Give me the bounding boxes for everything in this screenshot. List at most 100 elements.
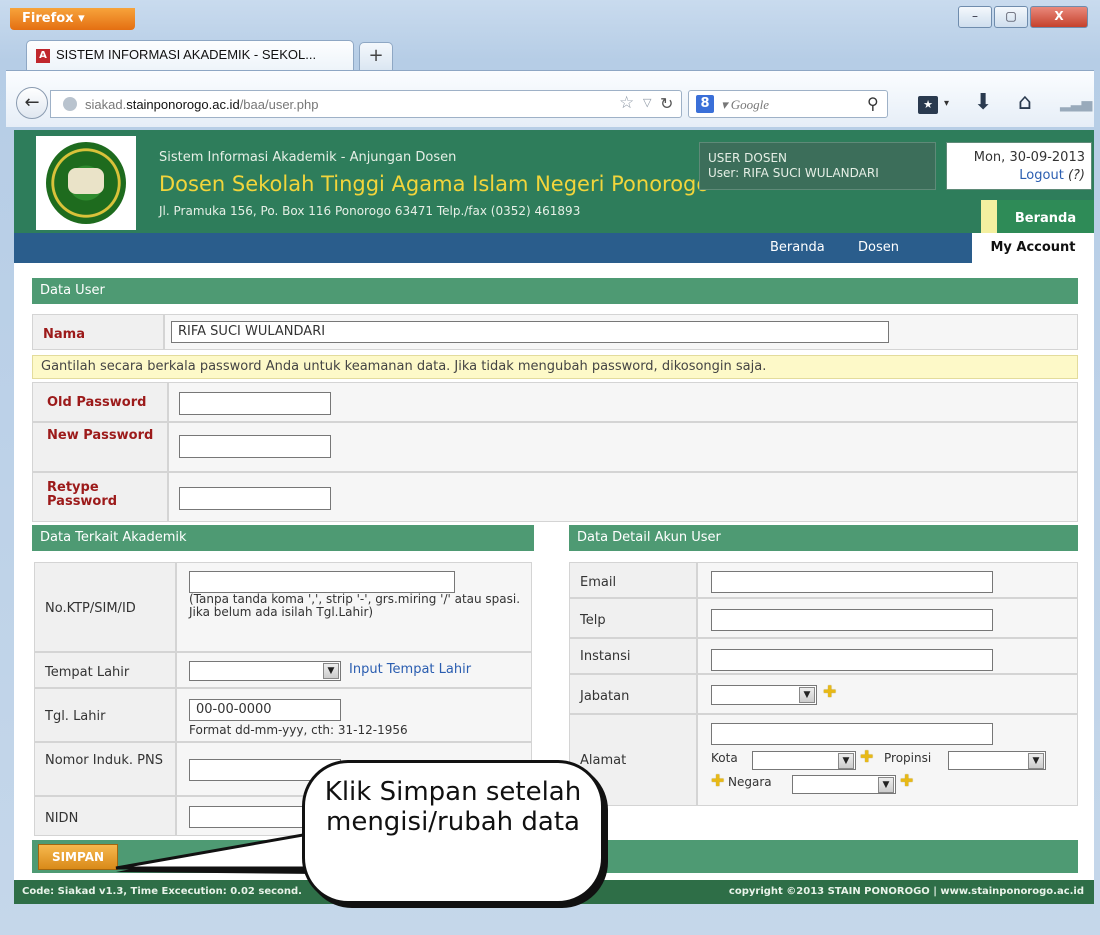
- retype-password-input[interactable]: [179, 487, 331, 510]
- add-propinsi-icon[interactable]: ✚: [711, 771, 724, 790]
- main-menu: Beranda Dosen My Account: [14, 233, 1094, 263]
- new-password-input[interactable]: [179, 435, 331, 458]
- nidn-label: NIDN: [45, 811, 79, 826]
- alamat-cell: Kota ▼ ✚ Propinsi ▼ ✚ Negara ▼ ✚: [697, 714, 1078, 806]
- date-box: Mon, 30-09-2013 Logout (?): [946, 142, 1092, 190]
- site-address: Jl. Pramuka 156, Po. Box 116 Ponorogo 63…: [159, 204, 581, 218]
- site-subtitle: Sistem Informasi Akademik - Anjungan Dos…: [159, 150, 457, 165]
- menu-item-dosen[interactable]: Dosen: [858, 233, 899, 263]
- email-label: Email: [580, 575, 617, 590]
- footer-version: Code: Siakad v1.3, Time Excecution: 0.02…: [22, 886, 302, 897]
- instansi-input[interactable]: [711, 649, 993, 671]
- old-password-input[interactable]: [179, 392, 331, 415]
- instansi-label: Instansi: [580, 649, 631, 664]
- tempat-label: Tempat Lahir: [45, 665, 130, 680]
- tgl-hint: Format dd-mm-yyy, cth: 31-12-1956: [189, 723, 408, 737]
- callout-text: Klik Simpan setelah mengisi/rubah data: [324, 777, 582, 837]
- telp-input[interactable]: [711, 609, 993, 631]
- close-button[interactable]: X: [1030, 6, 1088, 28]
- url-text: siakad.stainponorogo.ac.id/baa/user.php: [85, 97, 319, 112]
- maximize-button[interactable]: ▢: [994, 6, 1028, 28]
- logout-link[interactable]: Logout: [1019, 168, 1064, 183]
- logout-help-link[interactable]: (?): [1068, 168, 1085, 183]
- old-password-label-cell: Old Password: [32, 382, 168, 422]
- bookmarks-icon[interactable]: ★: [918, 96, 938, 114]
- retype-password-cell: [168, 472, 1078, 522]
- firefox-menu-button[interactable]: Firefox ▾: [10, 8, 135, 30]
- chevron-down-icon: ▼: [323, 663, 339, 679]
- input-tempat-lahir-link[interactable]: Input Tempat Lahir: [349, 662, 471, 677]
- back-button[interactable]: ←: [16, 87, 48, 119]
- site-title: Dosen Sekolah Tinggi Agama Islam Negeri …: [159, 172, 710, 196]
- propinsi-select[interactable]: ▼: [948, 751, 1046, 770]
- logo-book-icon: [68, 168, 104, 194]
- menu-item-my-account[interactable]: My Account: [972, 233, 1094, 263]
- stain-logo: [36, 136, 136, 230]
- user-role: USER DOSEN: [708, 151, 787, 165]
- chevron-down-icon: ▼: [799, 687, 815, 703]
- instansi-cell: [697, 638, 1078, 674]
- ktp-cell: (Tanpa tanda koma ',', strip '-', grs.mi…: [176, 562, 532, 652]
- old-password-cell: [168, 382, 1078, 422]
- search-icon[interactable]: ⚲: [867, 94, 879, 113]
- simpan-button[interactable]: SIMPAN: [38, 844, 118, 870]
- tab-beranda[interactable]: Beranda: [997, 200, 1094, 233]
- globe-icon: [63, 97, 77, 111]
- search-bar[interactable]: 8 ▾ Google ⚲: [688, 90, 888, 118]
- negara-select[interactable]: ▼: [792, 775, 896, 794]
- minimize-button[interactable]: –: [958, 6, 992, 28]
- email-cell: [697, 562, 1078, 598]
- nama-value-cell: RIFA SUCI WULANDARI: [164, 314, 1078, 350]
- jabatan-select[interactable]: ▼: [711, 685, 817, 705]
- nip-label: Nomor Induk. PNS: [45, 753, 163, 768]
- add-jabatan-icon[interactable]: ✚: [823, 682, 836, 701]
- nidn-label-cell: NIDN: [34, 796, 176, 836]
- chevron-down-icon: ▼: [838, 753, 854, 769]
- tempat-label-cell: Tempat Lahir: [34, 652, 176, 688]
- download-icon[interactable]: ⬇: [974, 90, 992, 115]
- telp-cell: [697, 598, 1078, 638]
- chevron-down-icon: ▼: [878, 777, 894, 793]
- tab-accent: [981, 200, 997, 233]
- site-favicon-icon: A: [36, 49, 50, 63]
- add-negara-icon[interactable]: ✚: [900, 771, 913, 790]
- ktp-label: No.KTP/SIM/ID: [45, 601, 136, 616]
- tgl-lahir-input[interactable]: 00-00-0000: [189, 699, 341, 721]
- url-bar[interactable]: siakad.stainponorogo.ac.id/baa/user.php …: [50, 90, 682, 118]
- home-icon[interactable]: ⌂: [1018, 90, 1032, 115]
- new-password-cell: [168, 422, 1078, 472]
- search-engine-icon[interactable]: 8: [696, 95, 714, 113]
- alamat-input[interactable]: [711, 723, 993, 745]
- instansi-label-cell: Instansi: [569, 638, 697, 674]
- history-dropdown-icon[interactable]: ▽: [643, 96, 651, 109]
- user-info-box: USER DOSEN User: RIFA SUCI WULANDARI: [699, 142, 936, 190]
- tempat-lahir-select[interactable]: ▼: [189, 661, 341, 681]
- nip-label-cell: Nomor Induk. PNS: [34, 742, 176, 796]
- jabatan-cell: ▼ ✚: [697, 674, 1078, 714]
- chevron-down-icon: ▼: [1028, 753, 1044, 769]
- reload-icon[interactable]: ↻: [660, 94, 673, 113]
- new-password-label-cell: New Password: [32, 422, 168, 472]
- nama-field[interactable]: RIFA SUCI WULANDARI: [171, 321, 889, 343]
- bookmark-star-icon[interactable]: ☆: [619, 93, 634, 113]
- current-date: Mon, 30-09-2013: [973, 150, 1085, 165]
- chevron-down-icon[interactable]: ▾: [944, 98, 949, 109]
- retype-password-label: Retype Password: [47, 480, 118, 509]
- jabatan-label: Jabatan: [580, 689, 630, 704]
- add-kota-icon[interactable]: ✚: [860, 747, 873, 766]
- callout-balloon: Klik Simpan setelah mengisi/rubah data: [302, 760, 604, 904]
- telp-label-cell: Telp: [569, 598, 697, 638]
- email-input[interactable]: [711, 571, 993, 593]
- akademik-header: Data Terkait Akademik: [32, 525, 534, 551]
- ktp-input[interactable]: [189, 571, 455, 593]
- tab-title: SISTEM INFORMASI AKADEMIK - SEKOL...: [56, 47, 317, 62]
- telp-label: Telp: [580, 613, 606, 628]
- tempat-cell: ▼ Input Tempat Lahir: [176, 652, 532, 688]
- nama-label: Nama: [43, 327, 85, 342]
- new-tab-button[interactable]: +: [359, 42, 393, 70]
- kota-select[interactable]: ▼: [752, 751, 856, 770]
- detail-akun-header: Data Detail Akun User: [569, 525, 1078, 551]
- menu-item-beranda[interactable]: Beranda: [770, 233, 825, 263]
- alamat-label: Alamat: [580, 753, 627, 768]
- browser-tab[interactable]: A SISTEM INFORMASI AKADEMIK - SEKOL...: [26, 40, 354, 70]
